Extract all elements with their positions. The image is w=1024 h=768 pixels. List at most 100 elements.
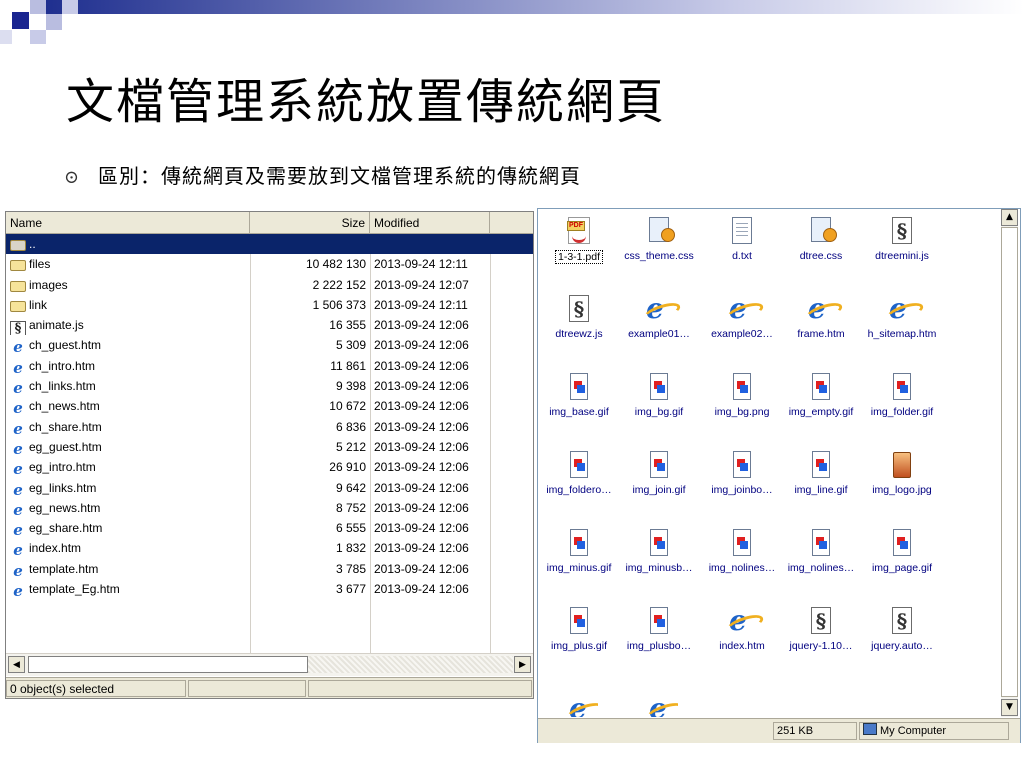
- file-row[interactable]: e ch_news.htm 10 672 2013-09-24 12:06: [6, 396, 533, 416]
- script-icon: §: [886, 605, 918, 637]
- file-row[interactable]: e eg_links.htm 9 642 2013-09-24 12:06: [6, 478, 533, 498]
- html-icon: e: [13, 439, 23, 458]
- file-icon-item[interactable]: e example01…: [618, 293, 700, 357]
- html-icon: e: [13, 358, 23, 377]
- file-row[interactable]: e ch_intro.htm 11 861 2013-09-24 12:06: [6, 356, 533, 376]
- file-icon-item[interactable]: e example02…: [701, 293, 783, 357]
- file-icon-label: dtree.css: [799, 250, 843, 262]
- file-icon-label: dtreewz.js: [555, 328, 603, 340]
- jpg-icon: [886, 449, 918, 481]
- file-icon-label: img_base.gif: [549, 406, 609, 418]
- file-icon-item[interactable]: img_minus.gif: [538, 527, 620, 591]
- file-icon-item[interactable]: img_base.gif: [538, 371, 620, 435]
- file-icon-item[interactable]: img_logo.jpg: [861, 449, 943, 513]
- column-header-size[interactable]: Size: [250, 212, 370, 233]
- file-row[interactable]: e eg_intro.htm 26 910 2013-09-24 12:06: [6, 457, 533, 477]
- file-size: 8 752: [335, 500, 366, 515]
- file-icon-item[interactable]: img_bg.png: [701, 371, 783, 435]
- file-icon-item[interactable]: img_folder.gif: [861, 371, 943, 435]
- scroll-down-button[interactable]: ▼: [1001, 699, 1018, 716]
- file-icon-item[interactable]: e index.htm: [701, 605, 783, 669]
- file-row[interactable]: e ch_share.htm 6 836 2013-09-24 12:06: [6, 417, 533, 437]
- file-icon-item[interactable]: e frame.htm: [780, 293, 862, 357]
- file-icon-item[interactable]: e h_sitemap.htm: [861, 293, 943, 357]
- file-row[interactable]: link 1 506 373 2013-09-24 12:11: [6, 295, 533, 315]
- vertical-scrollbar[interactable]: ▲ ▼: [1001, 209, 1018, 717]
- file-icon-item[interactable]: img_plus.gif: [538, 605, 620, 669]
- image-icon: [886, 527, 918, 559]
- file-size: 9 642: [335, 480, 366, 495]
- file-icon-item[interactable]: img_nolines…: [701, 527, 783, 591]
- file-icon-item[interactable]: img_bg.gif: [618, 371, 700, 435]
- image-icon: [886, 371, 918, 403]
- partial-html-icon[interactable]: e: [566, 693, 598, 718]
- file-row[interactable]: e template.htm 3 785 2013-09-24 12:06: [6, 559, 533, 579]
- image-icon: [643, 371, 675, 403]
- icon-view-status-bar: 251 KB My Computer: [538, 718, 1020, 743]
- html-icon: e: [13, 521, 23, 539]
- file-icon-label: img_empty.gif: [788, 406, 854, 418]
- file-modified: 2013-09-24 12:06: [374, 399, 469, 414]
- file-icon-item[interactable]: § jquery.auto…: [861, 605, 943, 669]
- scrollbar-thumb[interactable]: [1001, 227, 1018, 697]
- file-row[interactable]: e eg_guest.htm 5 212 2013-09-24 12:06: [6, 437, 533, 457]
- partial-html-icon[interactable]: e: [646, 693, 678, 718]
- scrollbar-thumb[interactable]: [28, 656, 308, 673]
- column-header-name[interactable]: Name: [6, 212, 250, 233]
- file-icon-item[interactable]: d.txt: [701, 215, 783, 279]
- file-row[interactable]: images 2 222 152 2013-09-24 12:07: [6, 275, 533, 295]
- image-icon: [805, 449, 837, 481]
- file-icon-item[interactable]: img_nolines…: [780, 527, 862, 591]
- file-icon-item[interactable]: § jquery-1.10…: [780, 605, 862, 669]
- file-row[interactable]: e template_Eg.htm 3 677 2013-09-24 12:06: [6, 579, 533, 599]
- file-icon-label: img_foldero…: [546, 484, 612, 496]
- file-icon-item[interactable]: img_joinbo…: [701, 449, 783, 513]
- file-row[interactable]: e index.htm 1 832 2013-09-24 12:06: [6, 538, 533, 558]
- file-icon-label: 1-3-1.pdf: [554, 250, 604, 264]
- file-icon-item[interactable]: § dtreemini.js: [861, 215, 943, 279]
- file-icon-item[interactable]: img_empty.gif: [780, 371, 862, 435]
- file-row[interactable]: e eg_news.htm 8 752 2013-09-24 12:06: [6, 498, 533, 518]
- file-row[interactable]: ..: [6, 234, 533, 255]
- column-header-modified[interactable]: Modified: [370, 212, 490, 233]
- slide-title: 文檔管理系統放置傳統網頁: [66, 74, 667, 130]
- text-icon: [726, 215, 758, 247]
- file-icon-item[interactable]: § dtreewz.js: [538, 293, 620, 357]
- image-icon: [563, 605, 595, 637]
- file-icon-label: dtreemini.js: [875, 250, 929, 262]
- image-icon: [805, 527, 837, 559]
- file-icon-item[interactable]: img_foldero…: [538, 449, 620, 513]
- file-row[interactable]: § animate.js 16 355 2013-09-24 12:06: [6, 315, 533, 336]
- file-modified: 2013-09-24 12:06: [374, 541, 469, 556]
- file-row[interactable]: e eg_share.htm 6 555 2013-09-24 12:06: [6, 518, 533, 538]
- file-icon-item[interactable]: img_plusbo…: [618, 605, 700, 669]
- file-icon-item[interactable]: img_join.gif: [618, 449, 700, 513]
- horizontal-scrollbar[interactable]: ◀ ▶: [6, 653, 533, 676]
- file-icon-label: img_line.gif: [794, 484, 848, 496]
- html-icon: e: [729, 604, 747, 637]
- file-icon-item[interactable]: img_page.gif: [861, 527, 943, 591]
- status-bar: 0 object(s) selected: [6, 677, 533, 698]
- file-modified: 2013-09-24 12:06: [374, 338, 469, 353]
- file-row[interactable]: e ch_links.htm 9 398 2013-09-24 12:06: [6, 376, 533, 396]
- file-size: 10 672: [329, 399, 366, 414]
- file-modified: 2013-09-24 12:06: [374, 379, 469, 394]
- file-icon-item[interactable]: img_line.gif: [780, 449, 862, 513]
- file-row[interactable]: files 10 482 130 2013-09-24 12:11: [6, 254, 533, 274]
- file-icon-item[interactable]: dtree.css: [780, 215, 862, 279]
- file-row[interactable]: e ch_guest.htm 5 309 2013-09-24 12:06: [6, 335, 533, 355]
- scroll-left-button[interactable]: ◀: [8, 656, 25, 673]
- image-icon: [726, 527, 758, 559]
- scroll-right-button[interactable]: ▶: [514, 656, 531, 673]
- file-icon-label: img_plusbo…: [626, 640, 692, 652]
- file-name: eg_intro.htm: [29, 460, 96, 475]
- file-name: eg_links.htm: [29, 480, 97, 495]
- file-icon-label: example01…: [628, 328, 690, 340]
- file-icon-label: img_joinbo…: [711, 484, 773, 496]
- selection-status: 0 object(s) selected: [6, 680, 186, 697]
- scroll-up-button[interactable]: ▲: [1001, 209, 1018, 226]
- file-icon-item[interactable]: img_minusb…: [618, 527, 700, 591]
- file-icon-item[interactable]: css_theme.css: [618, 215, 700, 279]
- file-icon-label: img_folder.gif: [870, 406, 934, 418]
- file-icon-item[interactable]: PDF 1-3-1.pdf: [538, 215, 620, 279]
